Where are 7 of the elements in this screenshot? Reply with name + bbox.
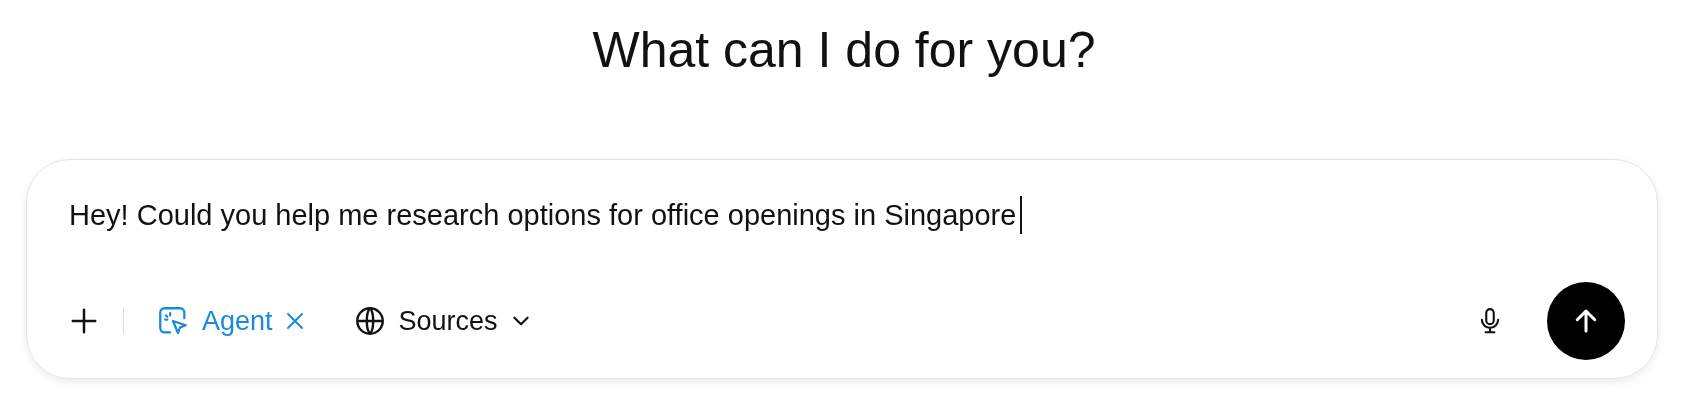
close-icon[interactable]	[284, 311, 305, 331]
text-cursor	[1020, 196, 1023, 234]
sources-dropdown[interactable]: Sources	[348, 300, 536, 342]
agent-chip[interactable]: Agent	[152, 300, 309, 342]
message-input[interactable]: Hey! Could you help me research options for office openings in Singapore	[69, 198, 1017, 232]
page-heading: What can I do for you?	[591, 21, 1097, 80]
plus-icon	[69, 306, 99, 336]
